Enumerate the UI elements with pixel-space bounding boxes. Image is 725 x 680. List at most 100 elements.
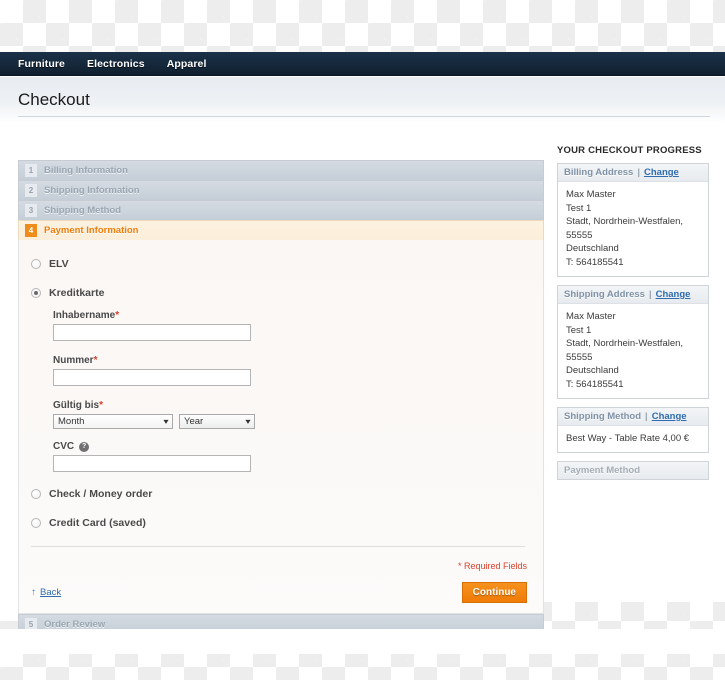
expiry-year-select[interactable]: Year ▾ <box>179 414 255 429</box>
address-line: Test 1 <box>566 324 592 336</box>
expiry-month-select[interactable]: Month ▾ <box>53 414 173 429</box>
arrow-up-icon: ↑ <box>31 586 36 598</box>
shipping-method-value: Best Way - Table Rate 4,00 € <box>566 433 690 444</box>
required-marker: * <box>115 310 120 321</box>
step-number: 1 <box>25 164 37 177</box>
address-line: T: 564185541 <box>566 256 624 268</box>
checkout-progress-sidebar: YOUR CHECKOUT PROGRESS Billing Address |… <box>557 145 709 488</box>
payment-option-credit-card-saved[interactable]: Credit Card (saved) <box>31 517 531 529</box>
chevron-down-icon: ▾ <box>245 417 251 426</box>
progress-block-header: Shipping Address | Change <box>558 286 708 304</box>
progress-block-title: Shipping Address <box>564 289 645 300</box>
progress-block-title: Shipping Method <box>564 411 642 422</box>
required-fields-note: * Required Fields <box>457 561 527 571</box>
address-line: Deutschland <box>566 243 619 254</box>
step-title: Billing Information <box>44 165 128 176</box>
address-line: Deutschland <box>566 365 619 376</box>
progress-block-shipping-address: Shipping Address | Change Max Master Tes… <box>557 285 709 399</box>
separator: | <box>648 289 652 300</box>
radio-elv[interactable] <box>31 259 41 269</box>
step-number: 4 <box>25 224 37 237</box>
continue-button[interactable]: Continue <box>461 582 527 603</box>
payment-option-kreditkarte[interactable]: Kreditkarte <box>31 287 531 299</box>
nav-item-electronics[interactable]: Electronics <box>87 58 145 70</box>
cvc-label-row: CVC ? <box>53 441 531 452</box>
payment-option-label: Credit Card (saved) <box>49 517 146 529</box>
cvc-label: CVC <box>53 441 75 452</box>
card-number-label: Nummer* <box>53 355 531 366</box>
progress-block-body: Max Master Test 1 Stadt, Nordrhein-Westf… <box>558 304 708 398</box>
step-number: 3 <box>25 204 37 217</box>
page-title: Checkout <box>18 90 90 109</box>
accordion-step-payment-information[interactable]: 4 Payment Information <box>18 220 544 240</box>
payment-option-label: Kreditkarte <box>49 287 105 299</box>
content-band: Checkout 1 Billing Information 2 Shippin… <box>0 77 725 634</box>
change-shipping-address-link[interactable]: Change <box>656 289 691 300</box>
accordion-step-shipping-method[interactable]: 3 Shipping Method <box>18 200 544 220</box>
form-divider <box>31 546 525 547</box>
progress-block-title: Billing Address <box>564 167 634 178</box>
progress-block-header: Shipping Method | Change <box>558 408 708 426</box>
step-title: Shipping Information <box>44 185 140 196</box>
radio-credit-card-saved[interactable] <box>31 518 41 528</box>
step-title: Payment Information <box>44 225 139 236</box>
expiry-year-value: Year <box>184 416 204 427</box>
progress-block-shipping-method: Shipping Method | Change Best Way - Tabl… <box>557 407 709 453</box>
accordion-step-billing-information[interactable]: 1 Billing Information <box>18 160 544 180</box>
nav-item-apparel[interactable]: Apparel <box>167 58 207 70</box>
progress-block-header: Billing Address | Change <box>558 164 708 182</box>
page-canvas: Furniture Electronics Apparel Checkout 1… <box>0 52 725 654</box>
checkout-accordion: 1 Billing Information 2 Shipping Informa… <box>18 160 544 634</box>
progress-block-header: Payment Method <box>558 461 708 479</box>
change-billing-address-link[interactable]: Change <box>644 167 679 178</box>
progress-block-billing-address: Billing Address | Change Max Master Test… <box>557 163 709 277</box>
checkout-progress-heading: YOUR CHECKOUT PROGRESS <box>557 145 702 156</box>
nav-item-furniture[interactable]: Furniture <box>18 58 65 70</box>
required-marker: * <box>93 355 98 366</box>
question-mark-icon[interactable]: ? <box>79 441 90 452</box>
expiry-date-label-text: Gültig bis <box>53 400 100 411</box>
top-navigation-bar: Furniture Electronics Apparel <box>0 52 725 76</box>
address-line: Max Master <box>566 311 616 322</box>
payment-actions: ↑ Back Continue <box>31 582 531 603</box>
required-marker: * <box>99 400 104 411</box>
address-line: Stadt, Nordrhein-Westfalen, <box>566 338 684 349</box>
progress-block-body: Best Way - Table Rate 4,00 € <box>558 426 708 452</box>
step-title: Order Review <box>44 618 106 630</box>
address-line: Stadt, Nordrhein-Westfalen, <box>566 216 684 227</box>
address-line: Test 1 <box>566 202 592 214</box>
nav-list: Furniture Electronics Apparel <box>0 52 725 76</box>
card-number-input[interactable] <box>53 369 251 386</box>
address-line: 55555 <box>566 351 593 363</box>
credit-card-form: Inhabername* Nummer* Gültig bis* Month ▾ <box>53 310 531 472</box>
cardholder-name-label-text: Inhabername <box>53 310 116 321</box>
title-divider <box>18 116 710 117</box>
expiry-date-label: Gültig bis* <box>53 400 531 411</box>
change-shipping-method-link[interactable]: Change <box>652 411 687 422</box>
separator: | <box>637 167 640 178</box>
payment-option-label: ELV <box>49 258 69 270</box>
progress-block-body: Max Master Test 1 Stadt, Nordrhein-Westf… <box>558 182 708 276</box>
card-number-label-text: Nummer <box>53 355 94 366</box>
back-link[interactable]: ↑ Back <box>31 587 61 598</box>
expiry-month-value: Month <box>58 416 85 427</box>
address-line: Max Master <box>566 189 616 200</box>
radio-check-money-order[interactable] <box>31 489 41 499</box>
back-link-label: Back <box>40 587 62 598</box>
progress-block-payment-method: Payment Method <box>557 460 709 480</box>
cardholder-name-input[interactable] <box>53 324 251 341</box>
payment-information-panel: ELV Kreditkarte Inhabername* Nummer* Gül… <box>18 240 544 614</box>
separator: | <box>645 411 648 422</box>
cardholder-name-label: Inhabername* <box>53 310 531 321</box>
radio-kreditkarte[interactable] <box>31 288 41 298</box>
step-title: Shipping Method <box>44 205 122 216</box>
address-line: T: 564185541 <box>566 378 624 390</box>
address-line: 55555 <box>566 229 593 241</box>
cvc-input[interactable] <box>53 455 251 472</box>
payment-option-elv[interactable]: ELV <box>31 258 531 270</box>
accordion-step-shipping-information[interactable]: 2 Shipping Information <box>18 180 544 200</box>
payment-option-label: Check / Money order <box>49 488 153 500</box>
step-number: 2 <box>25 184 37 197</box>
payment-option-check-money-order[interactable]: Check / Money order <box>31 488 531 500</box>
progress-block-title: Payment Method <box>564 464 641 476</box>
